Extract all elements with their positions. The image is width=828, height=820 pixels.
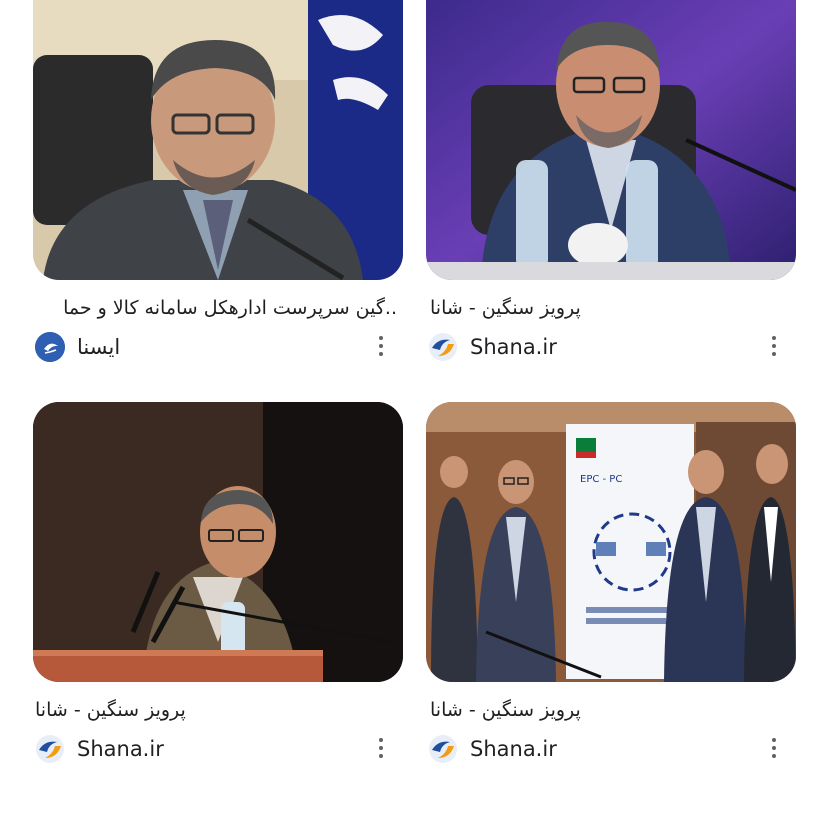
result-card[interactable]: EPC - PC پرویز سنگین - شانا Shana.ir (426, 402, 796, 763)
more-options-icon[interactable] (373, 332, 389, 360)
result-card[interactable]: پرویز سنگین - شانا Shana.ir (426, 0, 796, 361)
shana-logo-icon (428, 332, 458, 362)
more-options-icon[interactable] (373, 734, 389, 762)
result-image[interactable] (426, 0, 796, 280)
source-name: ایسنا (77, 335, 121, 359)
shana-logo-icon (428, 734, 458, 764)
result-title[interactable]: ..گین سرپرست ادارهکل سامانه کالا و حما (35, 296, 397, 320)
result-title[interactable]: پرویز سنگین - شانا (430, 296, 630, 320)
result-image[interactable]: EPC - PC (426, 402, 796, 682)
source-name: Shana.ir (470, 335, 557, 359)
result-image[interactable] (33, 0, 403, 280)
result-source[interactable]: ایسنا (35, 332, 120, 362)
isna-logo-icon (35, 332, 65, 362)
result-title[interactable]: پرویز سنگین - شانا (35, 698, 235, 722)
source-name: Shana.ir (77, 737, 164, 761)
result-source[interactable]: Shana.ir (35, 734, 164, 764)
source-name: Shana.ir (470, 737, 557, 761)
poster-label: EPC - PC (580, 474, 622, 485)
result-source[interactable]: Shana.ir (428, 734, 557, 764)
more-options-icon[interactable] (766, 734, 782, 762)
result-card[interactable]: پرویز سنگین - شانا Shana.ir (33, 402, 403, 763)
result-source[interactable]: Shana.ir (428, 332, 557, 362)
more-options-icon[interactable] (766, 332, 782, 360)
shana-logo-icon (35, 734, 65, 764)
result-title[interactable]: پرویز سنگین - شانا (430, 698, 630, 722)
result-image[interactable] (33, 402, 403, 682)
result-card[interactable]: ..گین سرپرست ادارهکل سامانه کالا و حما ا… (33, 0, 403, 362)
